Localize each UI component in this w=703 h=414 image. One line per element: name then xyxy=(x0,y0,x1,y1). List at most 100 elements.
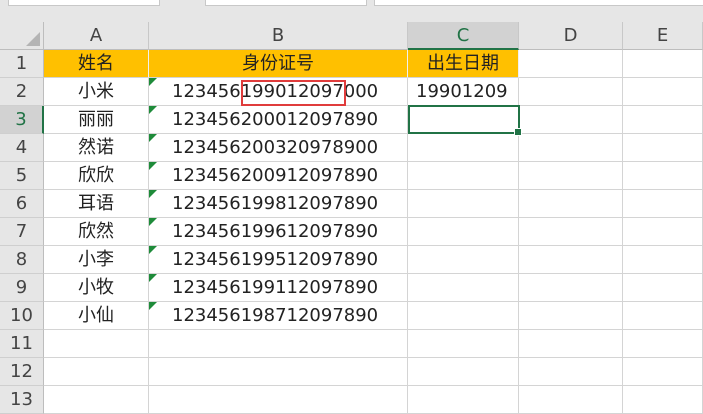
cell-b7[interactable]: 123456199612097890 xyxy=(149,218,408,246)
cell-c5[interactable] xyxy=(408,162,519,190)
cell-c4[interactable] xyxy=(408,134,519,162)
cell-b9-text: 123456199112097890 xyxy=(172,277,379,298)
cell-b10-text: 123456198712097890 xyxy=(172,305,379,326)
cell-b3-text: 123456200012097890 xyxy=(172,109,379,130)
cell-d6[interactable] xyxy=(519,190,623,218)
cell-e10[interactable] xyxy=(623,302,703,330)
cell-e2[interactable] xyxy=(623,78,703,106)
row-header-4[interactable]: 4 xyxy=(0,134,44,162)
cell-c11[interactable] xyxy=(408,330,519,358)
cell-d11[interactable] xyxy=(519,330,623,358)
error-indicator-icon xyxy=(149,162,157,170)
row-header-2[interactable]: 2 xyxy=(0,78,44,106)
cell-d9[interactable] xyxy=(519,274,623,302)
cell-b8[interactable]: 123456199512097890 xyxy=(149,246,408,274)
cell-c3-active[interactable] xyxy=(408,106,519,134)
row-header-9[interactable]: 9 xyxy=(0,274,44,302)
cell-a9[interactable]: 小牧 xyxy=(44,274,149,302)
row-header-1[interactable]: 1 xyxy=(0,50,44,78)
cell-e12[interactable] xyxy=(623,358,703,386)
cell-a11[interactable] xyxy=(44,330,149,358)
row-header-10[interactable]: 10 xyxy=(0,302,44,330)
cell-b12[interactable] xyxy=(149,358,408,386)
cell-b4[interactable]: 123456200320978900 xyxy=(149,134,408,162)
cell-a13[interactable] xyxy=(44,386,149,414)
cell-e5[interactable] xyxy=(623,162,703,190)
cell-b13[interactable] xyxy=(149,386,408,414)
column-header-a[interactable]: A xyxy=(44,22,149,50)
column-header-e[interactable]: E xyxy=(623,22,703,50)
cell-e8[interactable] xyxy=(623,246,703,274)
cell-b7-text: 123456199612097890 xyxy=(172,221,379,242)
cell-a3[interactable]: 丽丽 xyxy=(44,106,149,134)
row-header-3[interactable]: 3 xyxy=(0,106,44,134)
cell-c7[interactable] xyxy=(408,218,519,246)
cell-c6[interactable] xyxy=(408,190,519,218)
cell-b9[interactable]: 123456199112097890 xyxy=(149,274,408,302)
cell-e6[interactable] xyxy=(623,190,703,218)
cell-a2[interactable]: 小米 xyxy=(44,78,149,106)
cell-a5[interactable]: 欣欣 xyxy=(44,162,149,190)
cell-a7[interactable]: 欣然 xyxy=(44,218,149,246)
cell-a10[interactable]: 小仙 xyxy=(44,302,149,330)
cell-b5-text: 123456200912097890 xyxy=(172,165,379,186)
cell-e13[interactable] xyxy=(623,386,703,414)
error-indicator-icon xyxy=(149,274,157,282)
error-indicator-icon xyxy=(149,78,157,86)
cell-b11[interactable] xyxy=(149,330,408,358)
cell-e11[interactable] xyxy=(623,330,703,358)
select-all-corner[interactable] xyxy=(0,22,44,50)
cell-b6[interactable]: 123456199812097890 xyxy=(149,190,408,218)
cell-b3[interactable]: 123456200012097890 xyxy=(149,106,408,134)
cell-c12[interactable] xyxy=(408,358,519,386)
cell-b5[interactable]: 123456200912097890 xyxy=(149,162,408,190)
cell-d5[interactable] xyxy=(519,162,623,190)
cell-e3[interactable] xyxy=(623,106,703,134)
cell-d12[interactable] xyxy=(519,358,623,386)
cell-e9[interactable] xyxy=(623,274,703,302)
cell-e7[interactable] xyxy=(623,218,703,246)
cell-e1[interactable] xyxy=(623,50,703,78)
cell-a8[interactable]: 小李 xyxy=(44,246,149,274)
cell-d3[interactable] xyxy=(519,106,623,134)
cell-a12[interactable] xyxy=(44,358,149,386)
row-header-6[interactable]: 6 xyxy=(0,190,44,218)
cell-c1-birth-header[interactable]: 出生日期 xyxy=(408,50,519,78)
column-header-c[interactable]: C xyxy=(408,22,519,50)
row-header-8[interactable]: 8 xyxy=(0,246,44,274)
row-header-12[interactable]: 12 xyxy=(0,358,44,386)
cell-b2[interactable]: 123456199012097000 xyxy=(149,78,408,106)
cell-e4[interactable] xyxy=(623,134,703,162)
cell-a4[interactable]: 然诺 xyxy=(44,134,149,162)
cell-d13[interactable] xyxy=(519,386,623,414)
error-indicator-icon xyxy=(149,302,157,310)
cell-d10[interactable] xyxy=(519,302,623,330)
error-indicator-icon xyxy=(149,218,157,226)
cell-b10[interactable]: 123456198712097890 xyxy=(149,302,408,330)
cell-b8-text: 123456199512097890 xyxy=(172,249,379,270)
column-header-d[interactable]: D xyxy=(519,22,623,50)
cell-c13[interactable] xyxy=(408,386,519,414)
formula-input[interactable] xyxy=(374,0,703,6)
cell-d7[interactable] xyxy=(519,218,623,246)
cell-a1-name-header[interactable]: 姓名 xyxy=(44,50,149,78)
row-header-11[interactable]: 11 xyxy=(0,330,44,358)
cell-d4[interactable] xyxy=(519,134,623,162)
cell-b6-text: 123456199812097890 xyxy=(172,193,379,214)
row-header-5[interactable]: 5 xyxy=(0,162,44,190)
name-box[interactable] xyxy=(8,0,160,6)
cell-a6[interactable]: 耳语 xyxy=(44,190,149,218)
cell-d8[interactable] xyxy=(519,246,623,274)
formula-buttons[interactable] xyxy=(205,0,367,6)
cell-c10[interactable] xyxy=(408,302,519,330)
cell-c8[interactable] xyxy=(408,246,519,274)
cell-d2[interactable] xyxy=(519,78,623,106)
cell-c2[interactable]: 19901209 xyxy=(408,78,519,106)
row-header-7[interactable]: 7 xyxy=(0,218,44,246)
row-header-13[interactable]: 13 xyxy=(0,386,44,414)
cell-b2-text: 123456199012097000 xyxy=(172,81,379,102)
cell-c9[interactable] xyxy=(408,274,519,302)
cell-d1[interactable] xyxy=(519,50,623,78)
column-header-b[interactable]: B xyxy=(149,22,408,50)
cell-b1-id-header[interactable]: 身份证号 xyxy=(149,50,408,78)
